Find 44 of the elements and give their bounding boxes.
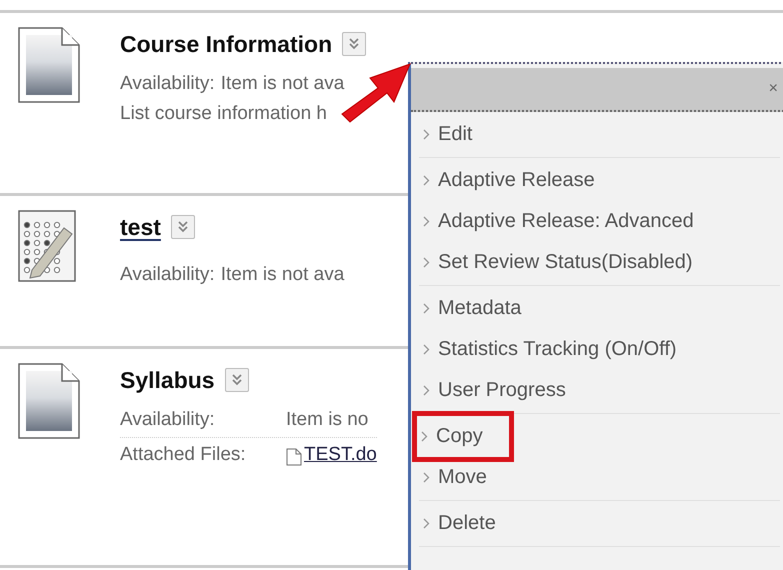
document-icon bbox=[18, 27, 80, 103]
menu-item[interactable]: Copy bbox=[417, 416, 509, 457]
close-button[interactable]: × bbox=[768, 80, 778, 98]
options-button[interactable] bbox=[342, 32, 366, 56]
field-label: Availability: bbox=[120, 264, 215, 286]
field-label: Availability: bbox=[120, 409, 216, 431]
chevron-icon bbox=[423, 344, 430, 355]
field-label: Attached Files: bbox=[120, 444, 247, 466]
answer-sheet-icon bbox=[18, 210, 76, 282]
options-button[interactable] bbox=[170, 215, 195, 239]
chevron-icon bbox=[423, 175, 430, 186]
chevron-icon bbox=[423, 257, 430, 268]
item-title[interactable]: test bbox=[120, 214, 161, 240]
field-value: Item is not ava bbox=[220, 264, 344, 286]
double-chevron-icon bbox=[348, 37, 360, 51]
file-icon bbox=[286, 448, 302, 466]
menu-item[interactable]: Adaptive Release bbox=[419, 160, 595, 201]
chevron-icon bbox=[423, 385, 430, 396]
menu-item[interactable]: Statistics Tracking (On/Off) bbox=[419, 329, 677, 370]
double-chevron-icon bbox=[230, 373, 243, 387]
file-name[interactable]: TEST.do bbox=[304, 444, 377, 466]
options-button[interactable] bbox=[224, 368, 249, 392]
menu-item[interactable]: Set Review Status(Disabled) bbox=[419, 242, 693, 283]
item-title: Course Information bbox=[120, 30, 332, 58]
item-description: List course information h bbox=[120, 103, 328, 125]
menu-item[interactable]: Metadata bbox=[419, 288, 522, 329]
menu-item[interactable]: User Progress bbox=[419, 370, 566, 411]
double-chevron-icon bbox=[176, 220, 189, 234]
chevron-icon bbox=[423, 216, 430, 227]
menu-item[interactable]: Delete bbox=[419, 503, 496, 544]
field-label: Availability: bbox=[120, 73, 215, 95]
field-value: Item is no bbox=[286, 409, 368, 431]
file-link[interactable]: TEST.do bbox=[286, 444, 377, 466]
chevron-icon bbox=[423, 129, 430, 140]
item-title: Syllabus bbox=[120, 366, 215, 394]
chevron-icon bbox=[423, 472, 430, 483]
field-value: Item is not ava bbox=[220, 73, 344, 95]
menu-item[interactable]: Edit bbox=[419, 114, 472, 155]
chevron-icon bbox=[423, 518, 430, 529]
menu-item[interactable]: Move bbox=[419, 457, 487, 498]
chevron-icon bbox=[423, 303, 430, 314]
menu-item[interactable]: Adaptive Release: Advanced bbox=[419, 201, 694, 242]
chevron-icon bbox=[421, 431, 428, 442]
document-icon bbox=[18, 363, 80, 439]
